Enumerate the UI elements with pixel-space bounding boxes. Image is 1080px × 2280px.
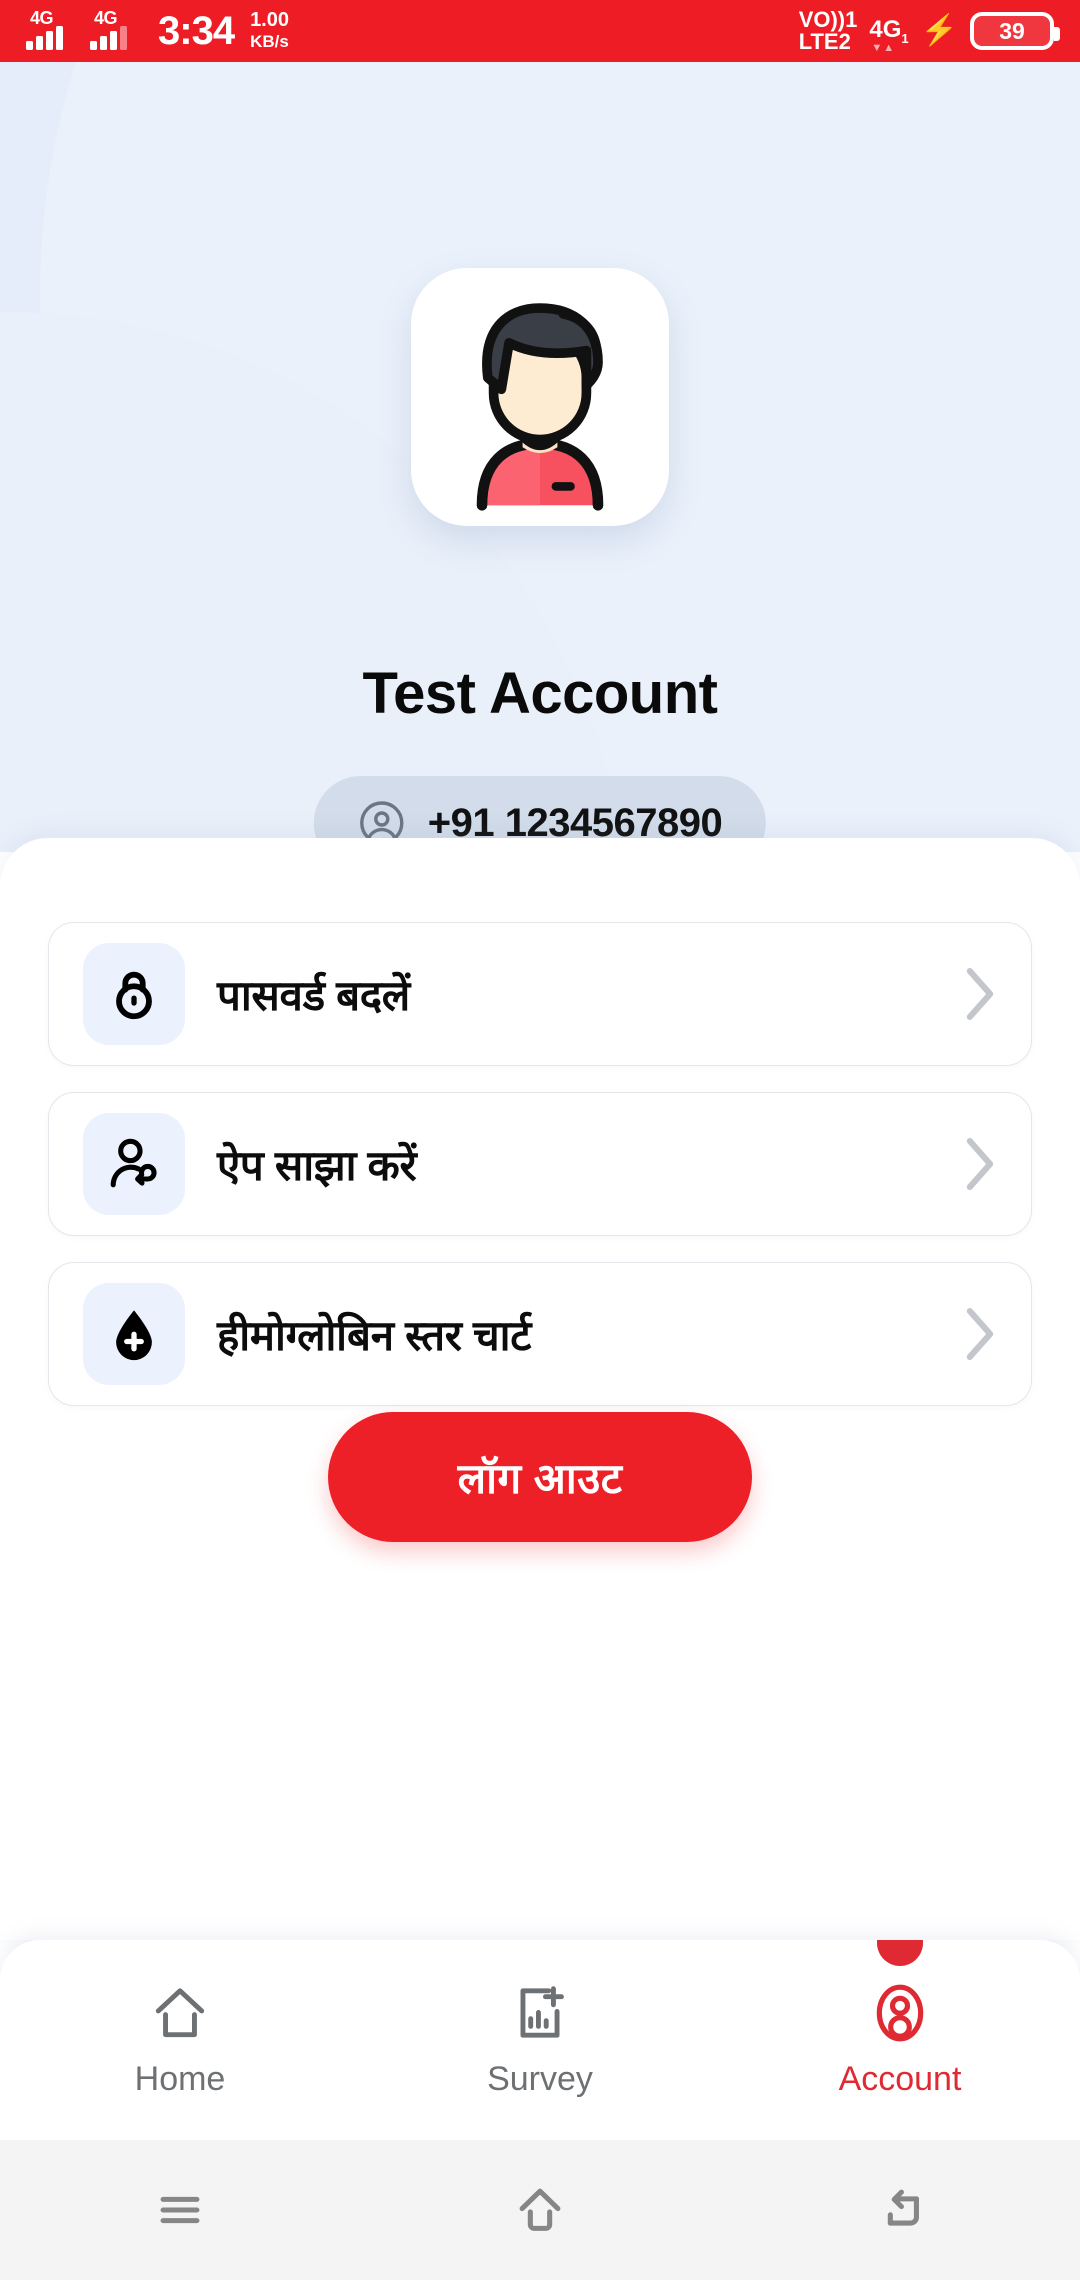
share-user-icon [83, 1113, 185, 1215]
home-outline-icon [511, 2181, 569, 2239]
home-icon [149, 1982, 211, 2044]
account-menu-list: पासवर्ड बदलें ऐप साझा करें हीमोग्लोबिन स… [48, 922, 1032, 1432]
status-bar-left: 4G 4G 3:34 1.00 KB/s [26, 8, 289, 53]
bottom-navigation-bar: Home Survey Account [0, 1940, 1080, 2140]
nav-item-account[interactable]: Account [720, 1940, 1080, 2140]
menu-item-label: हीमोग्लोबिन स्तर चार्ट [217, 1311, 532, 1359]
avatar[interactable] [411, 268, 669, 526]
data-network-label: 4G [869, 16, 902, 44]
nav-item-label: Account [838, 2059, 962, 2098]
user-avatar-illustration [476, 303, 604, 511]
volte-sim-number: 1 [845, 6, 858, 32]
account-icon [869, 1982, 931, 2044]
nav-item-home[interactable]: Home [0, 1940, 360, 2140]
active-tab-indicator [877, 1940, 923, 1966]
data-network-icon: 4G1 ▼▲ [869, 16, 909, 54]
profile-header: Test Account +91 1234567890 [0, 62, 1080, 852]
menu-lines-icon [151, 2181, 209, 2239]
nav-item-survey[interactable]: Survey [360, 1940, 720, 2140]
system-navigation-bar [0, 2140, 1080, 2280]
back-button[interactable] [720, 2181, 1080, 2239]
blood-drop-icon [83, 1283, 185, 1385]
volte-label: VO)) [798, 6, 846, 32]
status-bar-right: VO)) 1 LTE2 4G1 ▼▲ ⚡ 39 [798, 6, 1060, 54]
survey-chart-icon [509, 1982, 571, 2044]
network-speed-indicator: 1.00 KB/s [250, 10, 289, 50]
volte-row-2: LTE2 [798, 29, 858, 54]
battery-icon: 39 [970, 12, 1060, 50]
menu-item-label: पासवर्ड बदलें [217, 971, 410, 1019]
signal-bars-sim1 [26, 26, 63, 50]
home-button[interactable] [360, 2181, 720, 2239]
volte-lte-label: LTE2 [798, 29, 851, 54]
chevron-right-icon [963, 1136, 997, 1192]
data-network-sim: 1 [901, 30, 909, 46]
chevron-right-icon [963, 1306, 997, 1362]
account-options-sheet: पासवर्ड बदलें ऐप साझा करें हीमोग्लोबिन स… [0, 838, 1080, 1940]
status-bar-clock: 3:34 [158, 9, 235, 53]
volte-row-1: VO)) 1 [798, 6, 858, 32]
menu-item-hemoglobin-chart[interactable]: हीमोग्लोबिन स्तर चार्ट [48, 1262, 1032, 1406]
recents-button[interactable] [0, 2181, 360, 2239]
menu-item-share-app[interactable]: ऐप साझा करें [48, 1092, 1032, 1236]
chevron-right-icon [963, 966, 997, 1022]
signal-strength-sim1-icon: 4G [26, 8, 80, 52]
back-arrow-icon [871, 2181, 929, 2239]
logout-button-container: लॉग आउट [0, 1412, 1080, 1542]
volte-icon: VO)) 1 LTE2 [798, 6, 858, 54]
bolt-icon: ⚡ [920, 14, 958, 47]
data-transfer-arrows-icon: ▼▲ [871, 42, 896, 55]
signal-strength-sim2-icon: 4G [90, 8, 144, 52]
menu-item-change-password[interactable]: पासवर्ड बदलें [48, 922, 1032, 1066]
nav-item-label: Home [134, 2059, 226, 2098]
network-speed-value: 1.00 [250, 9, 289, 31]
network-speed-unit: KB/s [250, 32, 289, 51]
signal-bars-sim2 [90, 26, 127, 50]
menu-item-label: ऐप साझा करें [217, 1141, 417, 1189]
status-bar: 4G 4G 3:34 1.00 KB/s VO)) 1 LTE2 4G1 ▼▲ ⚡ [0, 0, 1080, 62]
nav-item-label: Survey [487, 2059, 593, 2098]
page-title: Test Account [362, 661, 718, 726]
lock-icon [83, 943, 185, 1045]
battery-percent-label: 39 [999, 17, 1025, 44]
logout-button[interactable]: लॉग आउट [328, 1412, 752, 1542]
